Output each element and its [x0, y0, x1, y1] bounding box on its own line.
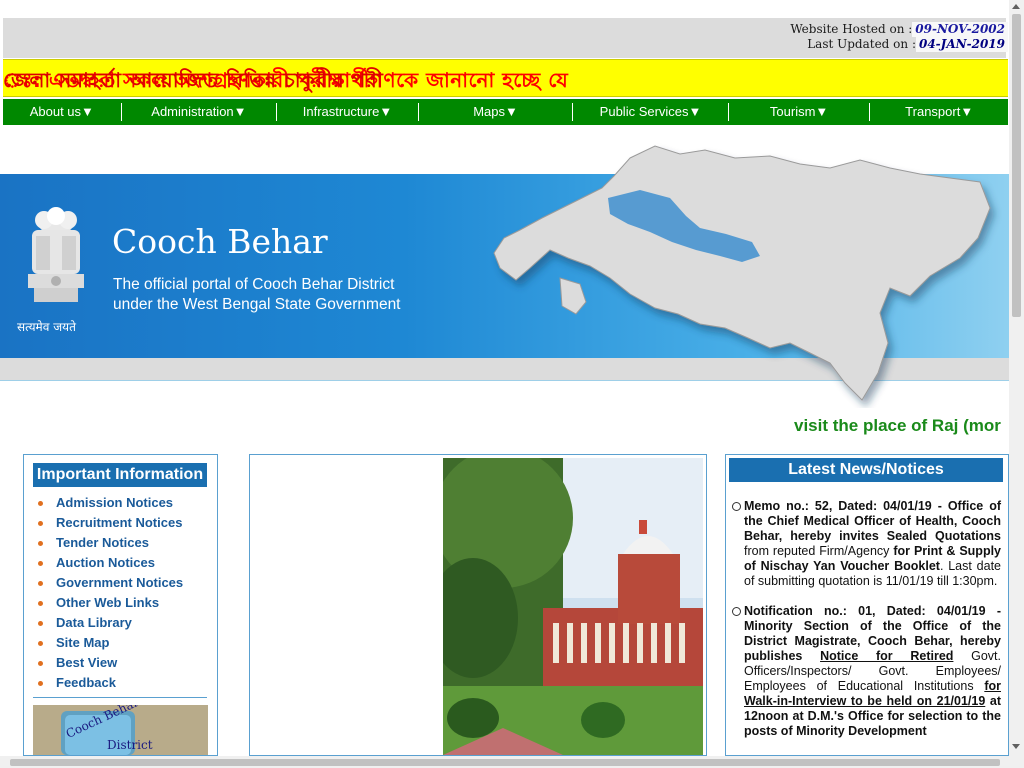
bullet-icon: [38, 581, 43, 587]
list-item[interactable]: Other Web Links: [38, 593, 183, 613]
link-recruitment-notices[interactable]: Recruitment Notices: [56, 515, 182, 530]
horizontal-scrollbar[interactable]: [0, 756, 1009, 768]
horizontal-scroll-thumb[interactable]: [10, 759, 1000, 766]
site-subtitle: The official portal of Cooch Behar Distr…: [113, 275, 401, 315]
nav-about-us[interactable]: About us▼: [3, 103, 122, 121]
hosted-date: 09-NOV-2002: [912, 22, 1008, 37]
palace-photo: [443, 458, 703, 755]
district-logo[interactable]: Cooch Behar District: [33, 705, 208, 755]
news-item-2-link-1[interactable]: Notice for Retired: [820, 649, 953, 663]
nav-infrastructure[interactable]: Infrastructure▼: [277, 103, 419, 121]
important-info-heading: Important Information: [33, 463, 207, 487]
important-info-panel: Important Information Admission Notices …: [23, 454, 218, 756]
bullet-icon: [38, 621, 43, 627]
list-item[interactable]: Auction Notices: [38, 553, 183, 573]
list-item[interactable]: Best View: [38, 653, 183, 673]
list-item[interactable]: Admission Notices: [38, 493, 183, 513]
list-item[interactable]: Data Library: [38, 613, 183, 633]
link-best-view[interactable]: Best View: [56, 655, 117, 670]
bullet-icon: [38, 561, 43, 567]
list-item[interactable]: Government Notices: [38, 573, 183, 593]
nav-transport[interactable]: Transport▼: [870, 103, 1008, 121]
scroll-up-arrow-icon[interactable]: [1012, 4, 1020, 9]
updated-date: 04-JAN-2019: [915, 37, 1008, 52]
bullet-icon: [38, 641, 43, 647]
list-item[interactable]: Site Map: [38, 633, 183, 653]
bullet-icon: [38, 501, 43, 507]
link-site-map[interactable]: Site Map: [56, 635, 109, 650]
top-strip: [0, 0, 1009, 18]
site-title: Cooch Behar: [112, 222, 328, 261]
nav-public-services[interactable]: Public Services▼: [573, 103, 729, 121]
district-logo-subtext: District: [107, 738, 153, 752]
main-nav: About us▼ Administration▼ Infrastructure…: [3, 99, 1008, 125]
link-government-notices[interactable]: Government Notices: [56, 575, 183, 590]
news-panel: Latest News/Notices Memo no.: 52, Dated:…: [725, 454, 1009, 756]
ring-bullet-icon: [732, 502, 741, 511]
list-item[interactable]: Feedback: [38, 673, 183, 693]
ring-bullet-icon: [732, 607, 741, 616]
scroll-down-arrow-icon[interactable]: [1012, 744, 1020, 749]
news-item[interactable]: Memo no.: 52, Dated: 04/01/19 - Office o…: [732, 499, 1001, 589]
important-info-list: Admission Notices Recruitment Notices Te…: [38, 493, 183, 693]
link-feedback[interactable]: Feedback: [56, 675, 116, 690]
link-admission-notices[interactable]: Admission Notices: [56, 495, 173, 510]
bullet-icon: [38, 521, 43, 527]
ashoka-emblem-icon: [28, 207, 84, 302]
bullet-icon: [38, 661, 43, 667]
bullet-icon: [38, 541, 43, 547]
scrolling-notice-red: জেলা সমাহর্তা আয়োজিত বিভিন্ন চাকুরীর পর…: [3, 68, 384, 92]
site-subtitle-line2: under the West Bengal State Government: [113, 296, 401, 313]
divider: [33, 697, 207, 698]
list-item[interactable]: Recruitment Notices: [38, 513, 183, 533]
scroll-thumb[interactable]: [1012, 14, 1021, 317]
link-tender-notices[interactable]: Tender Notices: [56, 535, 149, 550]
list-item[interactable]: Tender Notices: [38, 533, 183, 553]
news-item[interactable]: Notification no.: 01, Dated: 04/01/19 - …: [732, 604, 1001, 739]
visit-banner-text[interactable]: visit the place of Raj (mor: [794, 416, 1001, 436]
featured-image-panel: [249, 454, 707, 756]
updated-label: Last Updated on :: [807, 37, 916, 51]
link-data-library[interactable]: Data Library: [56, 615, 132, 630]
nav-tourism[interactable]: Tourism▼: [729, 103, 871, 121]
news-item-1-bold-1: Memo no.: 52, Dated: 04/01/19 - Office o…: [744, 499, 1001, 543]
hosted-label: Website Hosted on :: [790, 22, 913, 36]
bullet-icon: [38, 681, 43, 687]
vertical-scrollbar[interactable]: [1009, 0, 1024, 768]
hosting-info: Website Hosted on :09-NOV-2002 Last Upda…: [790, 22, 1008, 52]
news-item-1-text-1: from reputed Firm/Agency: [744, 544, 894, 558]
district-map-icon: [493, 145, 991, 401]
scrolling-notice[interactable]: ঃ: এতদ্বারা সকল অংশগ্রহণকারী পরীক্ষার্থী…: [3, 59, 1008, 97]
news-heading: Latest News/Notices: [729, 458, 1003, 482]
bullet-icon: [38, 601, 43, 607]
nav-administration[interactable]: Administration▼: [122, 103, 278, 121]
emblem-motto: सत्यमेव जयते: [17, 320, 76, 334]
news-list: Memo no.: 52, Dated: 04/01/19 - Office o…: [732, 499, 1001, 754]
link-other-web-links[interactable]: Other Web Links: [56, 595, 159, 610]
link-auction-notices[interactable]: Auction Notices: [56, 555, 155, 570]
nav-maps[interactable]: Maps▼: [419, 103, 574, 121]
site-subtitle-line1: The official portal of Cooch Behar Distr…: [113, 276, 395, 293]
